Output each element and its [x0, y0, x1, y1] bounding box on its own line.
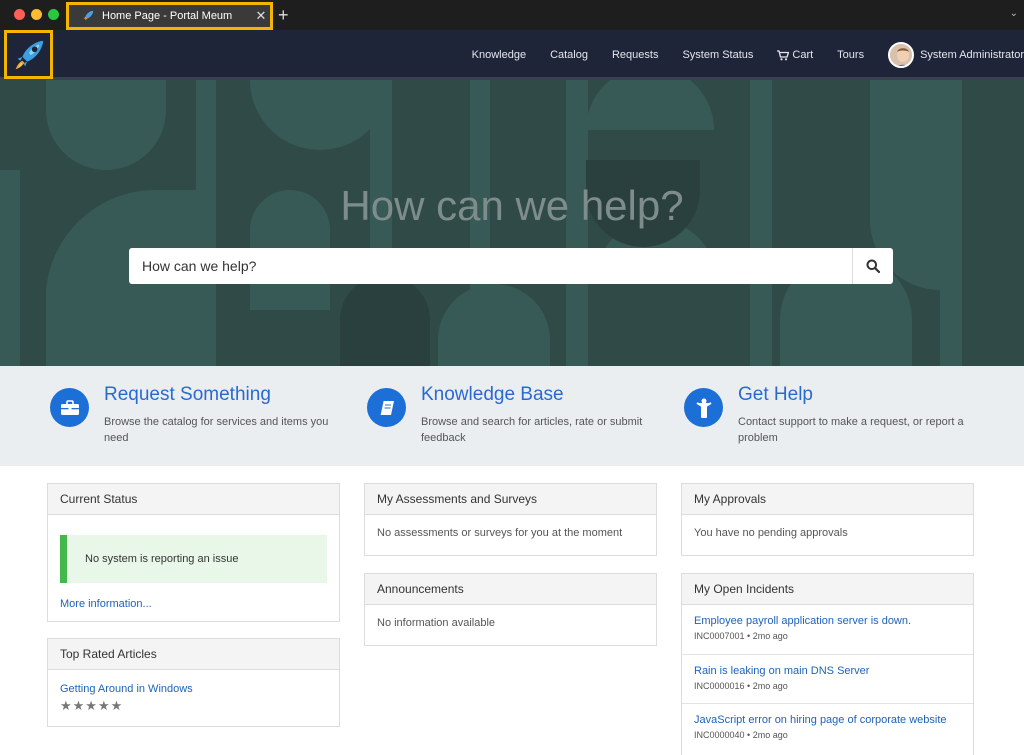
nav-system-status[interactable]: System Status — [682, 49, 753, 61]
tab-list-chevron-icon[interactable]: ⌄ — [1010, 8, 1018, 19]
nav-cart[interactable]: Cart — [777, 49, 813, 61]
book-icon — [367, 388, 406, 427]
open-incidents-panel: My Open Incidents Employee payroll appli… — [681, 573, 974, 755]
rocket-favicon-icon — [83, 10, 94, 21]
window-close-button[interactable] — [14, 9, 25, 20]
current-status-panel: Current Status No system is reporting an… — [47, 483, 340, 622]
cart-icon — [777, 49, 790, 60]
feature-strip: Request Something Browse the catalog for… — [0, 366, 1024, 466]
feature-description: Browse the catalog for services and item… — [104, 416, 329, 444]
announcements-panel: Announcements No information available — [364, 573, 657, 646]
approvals-panel: My Approvals You have no pending approva… — [681, 483, 974, 556]
tab-close-icon[interactable]: ✕ — [252, 8, 270, 24]
hero-title: How can we help? — [340, 182, 684, 229]
panel-title: Current Status — [48, 484, 339, 515]
panel-message: You have no pending approvals — [694, 527, 848, 539]
panel-title: My Open Incidents — [682, 574, 973, 605]
avatar — [888, 42, 915, 68]
incident-meta: INC0000016 • 2mo ago — [694, 681, 788, 691]
search-icon — [866, 259, 880, 273]
more-information-link[interactable]: More information... — [60, 598, 152, 610]
incident-title[interactable]: JavaScript error on hiring page of corpo… — [694, 714, 961, 726]
feature-title: Get Help — [738, 384, 813, 405]
search-button[interactable] — [852, 248, 893, 284]
nav-knowledge[interactable]: Knowledge — [472, 49, 526, 61]
panel-title: Announcements — [365, 574, 656, 605]
user-menu[interactable]: System Administrator — [888, 42, 1024, 68]
nav-cart-label: Cart — [792, 49, 814, 61]
person-icon — [684, 388, 723, 427]
search-bar — [129, 248, 893, 284]
article-link[interactable]: Getting Around in Windows — [60, 683, 327, 695]
top-rated-articles-panel: Top Rated Articles Getting Around in Win… — [47, 638, 340, 727]
new-tab-icon[interactable]: + — [278, 5, 289, 25]
hero-banner: How can we help? — [0, 80, 1024, 366]
tab-title: Home Page - Portal Meum — [102, 10, 233, 22]
incident-title[interactable]: Employee payroll application server is d… — [694, 615, 961, 627]
search-input[interactable] — [129, 248, 852, 284]
list-item[interactable]: Employee payroll application server is d… — [682, 605, 973, 654]
browser-chrome: Home Page - Portal Meum ✕ + ⌄ — [0, 0, 1024, 30]
main-nav: Knowledge Catalog Requests System Status… — [472, 30, 1024, 80]
incident-title[interactable]: Rain is leaking on main DNS Server — [694, 665, 961, 677]
status-message: No system is reporting an issue — [60, 535, 327, 583]
feature-title: Knowledge Base — [421, 384, 564, 405]
nav-catalog[interactable]: Catalog — [550, 49, 588, 61]
portal-header: Knowledge Catalog Requests System Status… — [0, 30, 1024, 80]
star-rating: ★★★★★ — [60, 698, 124, 713]
feature-description: Browse and search for articles, rate or … — [421, 416, 643, 444]
list-item[interactable]: JavaScript error on hiring page of corpo… — [682, 703, 973, 752]
incident-list: Employee payroll application server is d… — [682, 605, 973, 752]
window-minimize-button[interactable] — [31, 9, 42, 20]
nav-requests[interactable]: Requests — [612, 49, 658, 61]
panel-title: My Approvals — [682, 484, 973, 515]
incident-meta: INC0000040 • 2mo ago — [694, 730, 788, 740]
panel-message: No information available — [377, 617, 496, 629]
user-photo-icon — [890, 44, 913, 66]
rocket-logo-icon — [15, 40, 43, 69]
user-name: System Administrator — [920, 49, 1024, 61]
briefcase-icon — [50, 388, 89, 427]
panel-message: No assessments or surveys for you at the… — [377, 527, 623, 539]
content-area: Current Status No system is reporting an… — [0, 466, 1024, 755]
feature-description: Contact support to make a request, or re… — [738, 416, 964, 444]
feature-title: Request Something — [104, 384, 271, 405]
panel-title: My Assessments and Surveys — [365, 484, 656, 515]
browser-tab[interactable]: Home Page - Portal Meum ✕ — [66, 2, 273, 30]
list-item[interactable]: Rain is leaking on main DNS Server INC00… — [682, 654, 973, 703]
panel-title: Top Rated Articles — [48, 639, 339, 670]
nav-tours[interactable]: Tours — [837, 49, 864, 61]
incident-meta: INC0007001 • 2mo ago — [694, 631, 788, 641]
window-zoom-button[interactable] — [48, 9, 59, 20]
assessments-panel: My Assessments and Surveys No assessment… — [364, 483, 657, 556]
portal-logo[interactable] — [4, 30, 53, 79]
